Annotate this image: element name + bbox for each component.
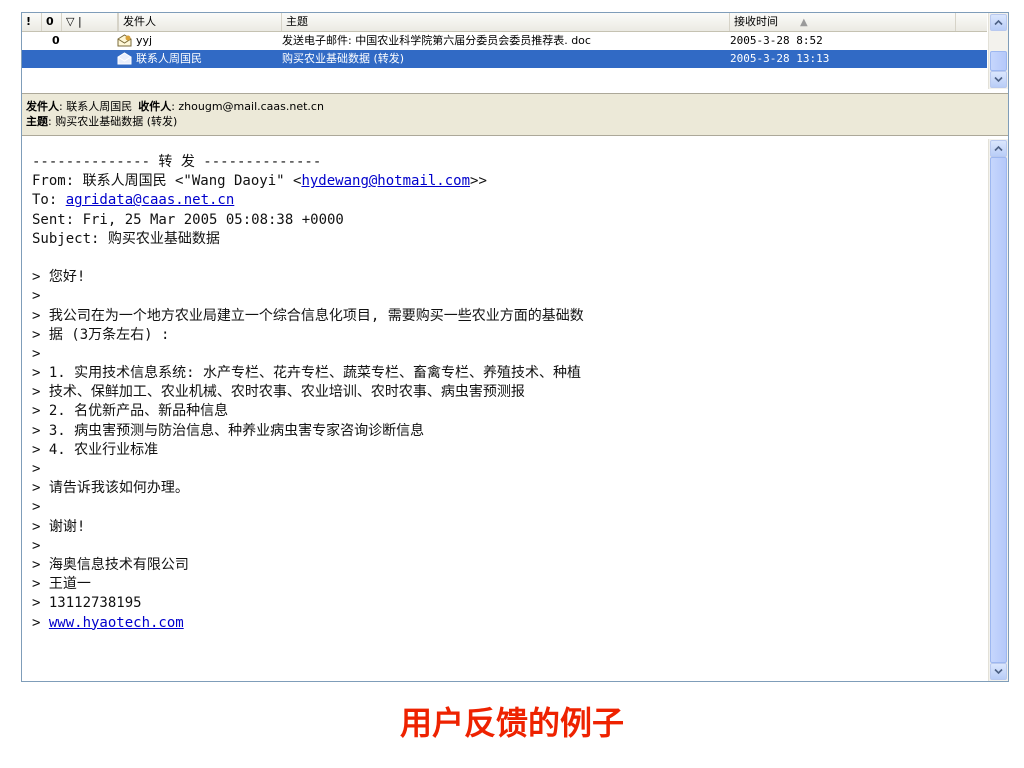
column-from[interactable]: 发件人: [118, 13, 282, 31]
scroll-thumb[interactable]: [990, 157, 1007, 663]
message-received-time: 2005-3-28 8:52: [730, 34, 823, 47]
scroll-up-icon[interactable]: [990, 140, 1007, 157]
message-list: ! 0 ▽ | 发件人 主题 接收时间 ▲ 0 yyj 发送电子邮件: 中国农业科…: [22, 13, 1008, 89]
attachment-indicator: 0: [52, 34, 60, 47]
forward-sent-line: Sent: Fri, 25 Mar 2005 05:08:38 +0000: [32, 211, 344, 228]
column-importance[interactable]: !: [22, 13, 42, 31]
sender-email-link[interactable]: hydewang@hotmail.com: [301, 173, 470, 189]
quoted-line: > 技术、保鲜加工、农业机械、农时农事、农业培训、农时农事、病虫害预测报: [32, 384, 525, 401]
quoted-line: > 1. 实用技术信息系统: 水产专栏、花卉专栏、蔬菜专栏、畜禽专栏、养殖技术、…: [32, 365, 581, 382]
preview-from-value: 联系人周国民: [66, 100, 133, 113]
scroll-down-icon[interactable]: [990, 71, 1007, 88]
quoted-line: > 王道一: [32, 576, 91, 593]
column-received[interactable]: 接收时间 ▲: [730, 13, 956, 31]
quoted-line: >: [32, 288, 41, 305]
quoted-line: > 我公司在为一个地方农业局建立一个综合信息化项目, 需要购买一些农业方面的基础…: [32, 307, 584, 324]
sort-ascending-icon: ▲: [800, 17, 808, 28]
forward-to-line: To: agridata@caas.net.cn: [32, 191, 982, 210]
website-line: > www.hyaotech.com: [32, 614, 982, 633]
message-body: -------------- 转 发 -------------- From: …: [32, 153, 982, 633]
envelope-selected-icon: [117, 52, 132, 65]
preview-subject-label: 主题: [26, 115, 48, 128]
quoted-line: > 2. 名优新产品、新品种信息: [32, 403, 229, 420]
message-body-scrollbar[interactable]: [988, 139, 1008, 681]
recipient-email-link[interactable]: agridata@caas.net.cn: [66, 192, 235, 208]
message-from: 联系人周国民: [136, 52, 202, 65]
column-subject[interactable]: 主题: [282, 13, 730, 31]
quoted-line: > 据 (3万条左右) :: [32, 326, 170, 343]
website-link[interactable]: www.hyaotech.com: [49, 615, 184, 631]
message-row-selected[interactable]: 联系人周国民 购买农业基础数据 (转发) 2005-3-28 13:13: [22, 50, 987, 68]
scroll-up-icon[interactable]: [990, 14, 1007, 31]
message-row[interactable]: 0 yyj 发送电子邮件: 中国农业科学院第六届分委员会委员推荐表. doc 2…: [22, 32, 987, 50]
preview-from-to-line: 发件人: 联系人周国民 收件人: zhougm@mail.caas.net.cn: [26, 100, 324, 113]
quoted-line: >: [32, 537, 41, 554]
message-row-partial[interactable]: [22, 68, 987, 76]
envelope-read-icon: [117, 34, 132, 47]
quoted-line: > 13112738195: [32, 595, 142, 612]
quoted-line: > 海奥信息技术有限公司: [32, 556, 189, 573]
preview-from-label: 发件人: [26, 100, 59, 113]
column-extra: [956, 13, 987, 31]
quoted-line: > 4. 农业行业标准: [32, 441, 159, 458]
forward-divider: -------------- 转 发 --------------: [32, 154, 322, 170]
message-list-scrollbar[interactable]: [988, 13, 1008, 89]
column-received-label: 接收时间: [734, 15, 778, 28]
to-prefix: To:: [32, 192, 66, 209]
column-flag[interactable]: ▽ |: [62, 13, 118, 31]
quoted-line: > 请告诉我该如何办理。: [32, 480, 189, 497]
quoted-line: > 谢谢!: [32, 518, 86, 535]
message-list-header: ! 0 ▽ | 发件人 主题 接收时间 ▲: [22, 13, 987, 32]
quoted-line: >: [32, 461, 41, 477]
mail-client-window: ! 0 ▽ | 发件人 主题 接收时间 ▲ 0 yyj 发送电子邮件: 中国农业科…: [21, 12, 1009, 682]
preview-subject-value: 购买农业基础数据 (转发): [55, 115, 178, 128]
preview-header: 发件人: 联系人周国民 收件人: zhougm@mail.caas.net.cn …: [22, 93, 1008, 136]
message-subject: 发送电子邮件: 中国农业科学院第六届分委员会委员推荐表. doc: [282, 34, 591, 47]
message-from: yyj: [136, 34, 153, 47]
from-prefix: From: 联系人周国民 <"Wang Daoyi" <: [32, 173, 302, 190]
from-suffix: >>: [470, 173, 487, 190]
quoted-line: >: [32, 345, 41, 362]
forward-subject-line: Subject: 购买农业基础数据: [32, 230, 220, 247]
slide-caption: 用户反馈的例子: [399, 704, 624, 742]
quoted-line: > 您好!: [32, 269, 86, 286]
column-attachment[interactable]: 0: [42, 13, 62, 31]
message-received-time: 2005-3-28 13:13: [730, 52, 830, 65]
scroll-thumb[interactable]: [990, 51, 1007, 71]
quoted-line: > 3. 病虫害预测与防治信息、种养业病虫害专家咨询诊断信息: [32, 422, 425, 439]
quoted-line: >: [32, 499, 41, 516]
preview-to-label: 收件人: [138, 100, 172, 113]
scroll-down-icon[interactable]: [990, 663, 1007, 680]
message-subject: 购买农业基础数据 (转发): [282, 52, 405, 65]
forward-from-line: From: 联系人周国民 <"Wang Daoyi" <hydewang@hot…: [32, 172, 982, 191]
preview-to-value: zhougm@mail.caas.net.cn: [178, 100, 324, 113]
website-prefix: >: [32, 614, 49, 631]
preview-subject-line: 主题: 购买农业基础数据 (转发): [26, 115, 178, 128]
message-body-pane: -------------- 转 发 -------------- From: …: [22, 139, 1008, 681]
